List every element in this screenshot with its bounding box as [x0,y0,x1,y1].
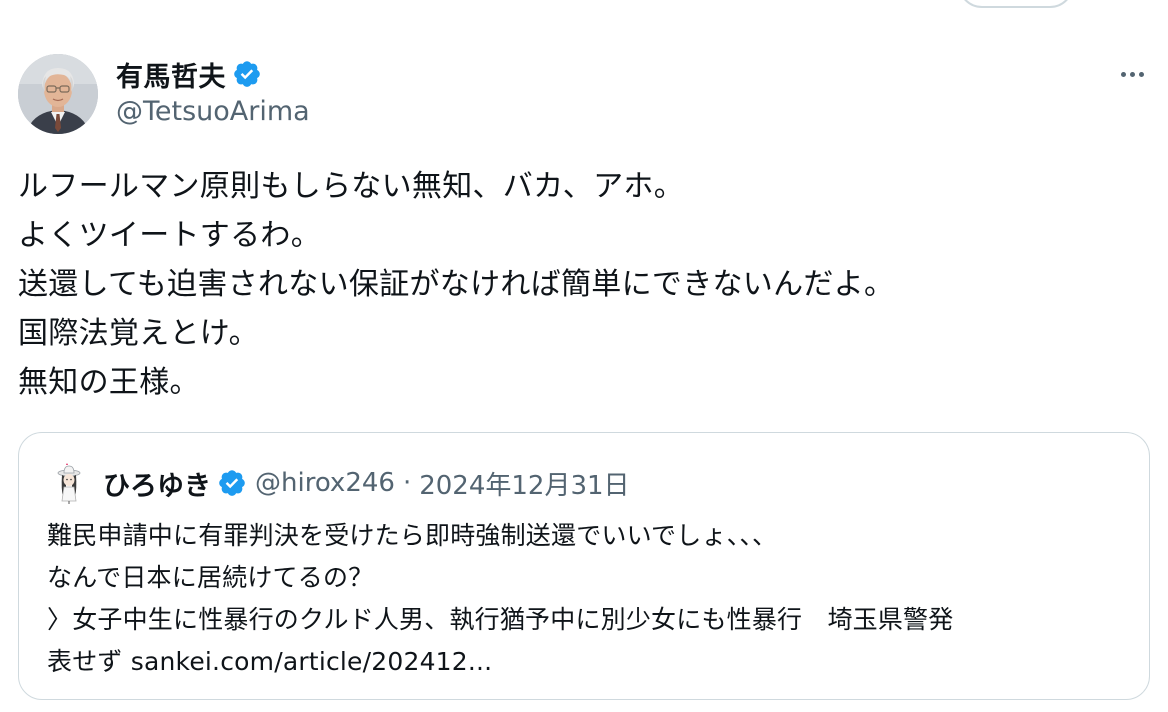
tweet-text: ルフールマン原則もしらない無知、バカ、アホ。 よくツイートするわ。 送還しても迫… [18,162,1148,407]
author-avatar-photo [18,54,98,134]
tweet-line: 送還しても迫害されない保証がなければ簡単にできないんだよ。 [18,267,895,302]
author-avatar[interactable] [18,54,98,134]
tweet-line: 国際法覚えとけ。 [18,316,259,351]
separator-dot: · [402,468,412,498]
quoted-tweet-date[interactable]: 2024年12月31日 [419,465,629,502]
tweet-line: 無知の王様。 [18,365,200,400]
more-dot [1129,71,1135,77]
quoted-author-avatar-drawing [47,461,91,505]
tweet-page: 有馬哲夫 @TetsuoArima ルフールマン原則もしらない無知、バカ、アホ。… [0,0,1168,712]
quoted-author-name[interactable]: ひろゆき [103,464,211,503]
quoted-tweet-line: 難民申請中に有罪判決を受けたら即時強制送還でいいでしょ、、、 [47,521,778,550]
quoted-tweet-line: 〉女子中生に性暴行のクルド人男、執行猶予中に別少女にも性暴行 埼玉県警発 [47,605,954,634]
quoted-author-handle[interactable]: @hirox246 [255,468,395,498]
tweet-line: よくツイートするわ。 [18,218,321,253]
more-options-icon[interactable] [1110,58,1154,90]
more-dot [1138,71,1144,77]
verified-badge-icon [217,468,247,498]
more-dot [1120,71,1126,77]
top-button[interactable] [958,0,1074,8]
quoted-author-avatar[interactable] [47,461,91,505]
author-handle[interactable]: @TetsuoArima [116,96,310,127]
quoted-tweet-header: ひろゆき @hirox246 · 2024年12月31日 [47,461,630,505]
author-name[interactable]: 有馬哲夫 [116,55,226,94]
quoted-tweet-line: なんで日本に居続けてるの？ [47,563,374,592]
author-name-row: 有馬哲夫 [116,55,262,94]
quoted-tweet-text: 難民申請中に有罪判決を受けたら即時強制送還でいいでしょ、、、 なんで日本に居続け… [47,515,1137,683]
tweet-line: ルフールマン原則もしらない無知、バカ、アホ。 [18,169,684,204]
quoted-tweet-card[interactable]: ひろゆき @hirox246 · 2024年12月31日 難民申請中に有罪判決を… [18,432,1150,700]
quoted-tweet-line: 表せず sankei.com/article/202412... [47,647,493,676]
verified-badge-icon [232,59,262,89]
